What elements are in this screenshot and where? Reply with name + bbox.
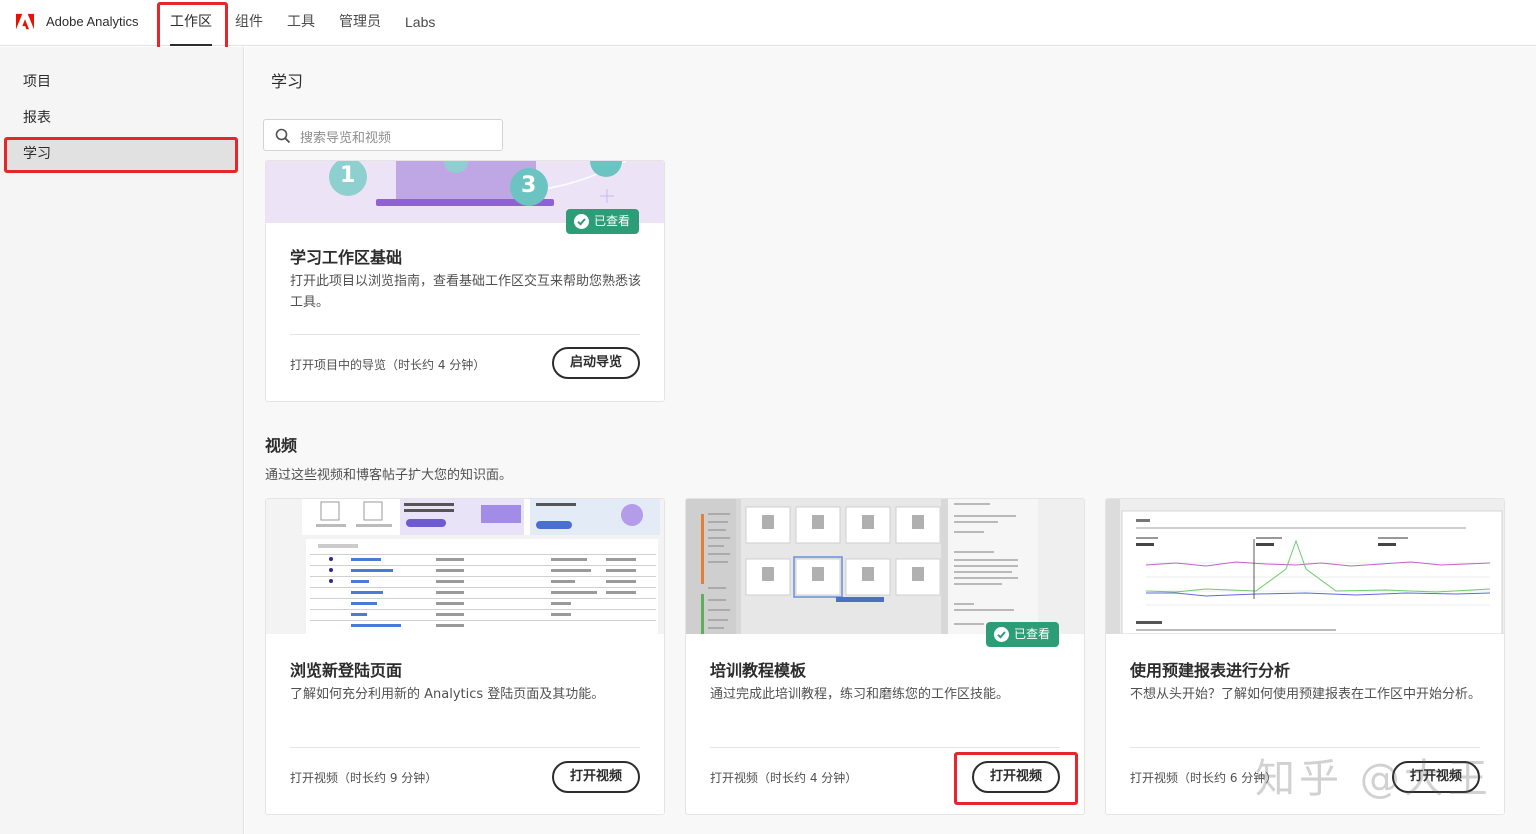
- search-placeholder: 搜索导览和视频: [300, 131, 392, 146]
- viewed-badge: 已查看: [986, 622, 1060, 647]
- checkmark-circle-icon: [994, 627, 1009, 642]
- video-card-title: 培训教程模板: [710, 661, 807, 680]
- video-thumbnail-training-template: [686, 499, 1084, 634]
- video-thumbnail-landing-page: [266, 499, 664, 634]
- video-card-description: 了解如何充分利用新的 Analytics 登陆页面及其功能。: [290, 687, 605, 702]
- divider: [710, 747, 1060, 748]
- tour-card-description: 打开此项目以浏览指南，查看基础工作区交互来帮助您熟悉该工具。: [290, 274, 642, 310]
- video-card-duration: 打开视频（时长约 4 分钟）: [710, 771, 858, 785]
- viewed-badge-label: 已查看: [594, 214, 631, 228]
- tour-card-title: 学习工作区基础: [290, 248, 403, 267]
- step-number-1: 1: [340, 163, 356, 188]
- start-tour-button[interactable]: 启动导览: [552, 347, 640, 379]
- tour-card-duration: 打开项目中的导览（时长约 4 分钟）: [290, 358, 486, 372]
- nav-tools[interactable]: 工具: [287, 0, 315, 46]
- nav-components[interactable]: 组件: [235, 0, 263, 46]
- nav-admin[interactable]: 管理员: [339, 0, 381, 46]
- video-card-description: 不想从头开始？了解如何使用预建报表在工作区中开始分析。: [1130, 687, 1482, 702]
- viewed-badge: 已查看: [566, 209, 640, 234]
- sidebar-item-projects[interactable]: 项目: [6, 66, 236, 98]
- video-card-title: 浏览新登陆页面: [290, 661, 403, 680]
- step-number-3: 3: [521, 173, 537, 198]
- highlight-box-open-video: [954, 752, 1078, 805]
- watermark: 知乎 @大王: [1255, 756, 1492, 802]
- app-brand: Adobe Analytics: [46, 14, 139, 29]
- video-card-description: 通过完成此培训教程，练习和磨练您的工作区技能。: [710, 687, 1010, 702]
- videos-section-description: 通过这些视频和博客帖子扩大您的知识面。: [265, 468, 513, 483]
- sidebar-item-reports[interactable]: 报表: [6, 102, 236, 134]
- highlight-box-sidebar: [4, 137, 238, 173]
- open-video-button[interactable]: 打开视频: [552, 761, 640, 793]
- video-card-title: 使用预建报表进行分析: [1130, 661, 1291, 680]
- main-content: 学习 搜索导览和视频 1 3 已查看 学习工作区基础 打开此项目以浏览指南，查看…: [245, 47, 1536, 834]
- divider: [290, 747, 640, 748]
- adobe-logo-icon: [16, 13, 34, 30]
- nav-labs[interactable]: Labs: [405, 0, 435, 46]
- video-card-duration: 打开视频（时长约 9 分钟）: [290, 771, 438, 785]
- top-nav-bar: Adobe Analytics 工作区 组件 工具 管理员 Labs: [0, 0, 1536, 46]
- search-icon: [275, 128, 291, 144]
- divider: [290, 334, 640, 335]
- page-title: 学习: [271, 72, 304, 91]
- checkmark-circle-icon: [574, 214, 589, 229]
- videos-section-title: 视频: [265, 436, 298, 455]
- video-card-landing-page[interactable]: 浏览新登陆页面 了解如何充分利用新的 Analytics 登陆页面及其功能。 打…: [265, 498, 665, 815]
- search-input[interactable]: 搜索导览和视频: [263, 119, 503, 151]
- viewed-badge-label: 已查看: [1014, 627, 1051, 641]
- tour-card: 1 3 已查看 学习工作区基础 打开此项目以浏览指南，查看基础工作区交互来帮助您…: [265, 160, 665, 402]
- video-thumbnail-prebuilt-reports: [1106, 499, 1504, 634]
